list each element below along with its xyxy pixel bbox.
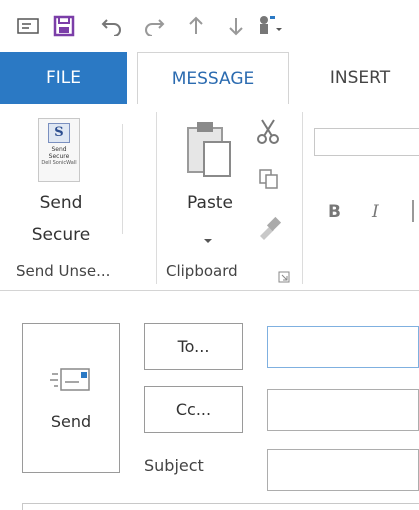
message-body-area[interactable] — [22, 503, 419, 510]
dialog-launcher-icon[interactable] — [278, 268, 290, 283]
message-icon[interactable] — [14, 12, 42, 40]
bold-button[interactable]: B — [328, 202, 341, 222]
ribbon-tabs: FILE MESSAGE INSERT — [0, 52, 419, 105]
touch-mode-icon[interactable] — [252, 12, 286, 40]
paste-icon[interactable] — [182, 118, 240, 182]
paste-button-label[interactable]: Paste — [172, 192, 248, 214]
cc-field[interactable] — [267, 389, 419, 431]
tab-insert[interactable]: INSERT — [305, 52, 415, 104]
send-secure-icon-text1: Send — [51, 146, 67, 153]
send-secure-icon-text3: Dell SonicWall — [41, 160, 77, 166]
tab-file[interactable]: FILE — [0, 52, 127, 104]
send-button[interactable]: Send — [22, 323, 120, 473]
send-secure-icon[interactable]: S Send Secure Dell SonicWall — [38, 118, 80, 182]
group-divider — [156, 112, 157, 284]
tab-message[interactable]: MESSAGE — [137, 52, 289, 105]
to-input[interactable] — [268, 327, 418, 367]
send-envelope-icon — [50, 367, 90, 391]
redo-icon[interactable] — [140, 12, 168, 40]
cut-icon[interactable] — [256, 118, 280, 144]
to-button[interactable]: To... — [144, 323, 243, 370]
arrow-up-icon[interactable] — [182, 12, 210, 40]
format-painter-icon[interactable] — [256, 214, 282, 240]
subject-label: Subject — [144, 456, 204, 475]
subject-field[interactable] — [267, 449, 419, 491]
cc-button[interactable]: Cc... — [144, 386, 243, 433]
copy-icon[interactable] — [258, 168, 280, 190]
send-button-label: Send — [50, 411, 92, 431]
send-secure-logo-letter: S — [48, 123, 70, 143]
subject-input[interactable] — [268, 450, 418, 490]
paste-dropdown-icon[interactable] — [202, 230, 214, 243]
cc-input[interactable] — [268, 390, 418, 430]
group-label-clipboard: Clipboard — [166, 262, 238, 280]
save-icon[interactable] — [50, 12, 78, 40]
ribbon: S Send Secure Dell SonicWall Send Secure… — [0, 104, 419, 291]
arrow-down-icon[interactable] — [222, 12, 250, 40]
send-secure-button-label-1[interactable]: Send — [26, 192, 96, 214]
send-secure-icon-text2: Secure — [48, 153, 70, 160]
group-divider — [302, 112, 303, 284]
italic-button[interactable]: I — [372, 202, 379, 222]
undo-icon[interactable] — [98, 12, 126, 40]
send-secure-button-label-2[interactable]: Secure — [26, 224, 96, 246]
underline-button[interactable] — [412, 200, 414, 222]
divider — [122, 124, 123, 234]
group-label-send-unsecure: Send Unse... — [16, 262, 111, 280]
to-field[interactable] — [267, 326, 419, 368]
quick-access-toolbar — [0, 0, 419, 52]
font-name-box[interactable] — [314, 128, 419, 156]
